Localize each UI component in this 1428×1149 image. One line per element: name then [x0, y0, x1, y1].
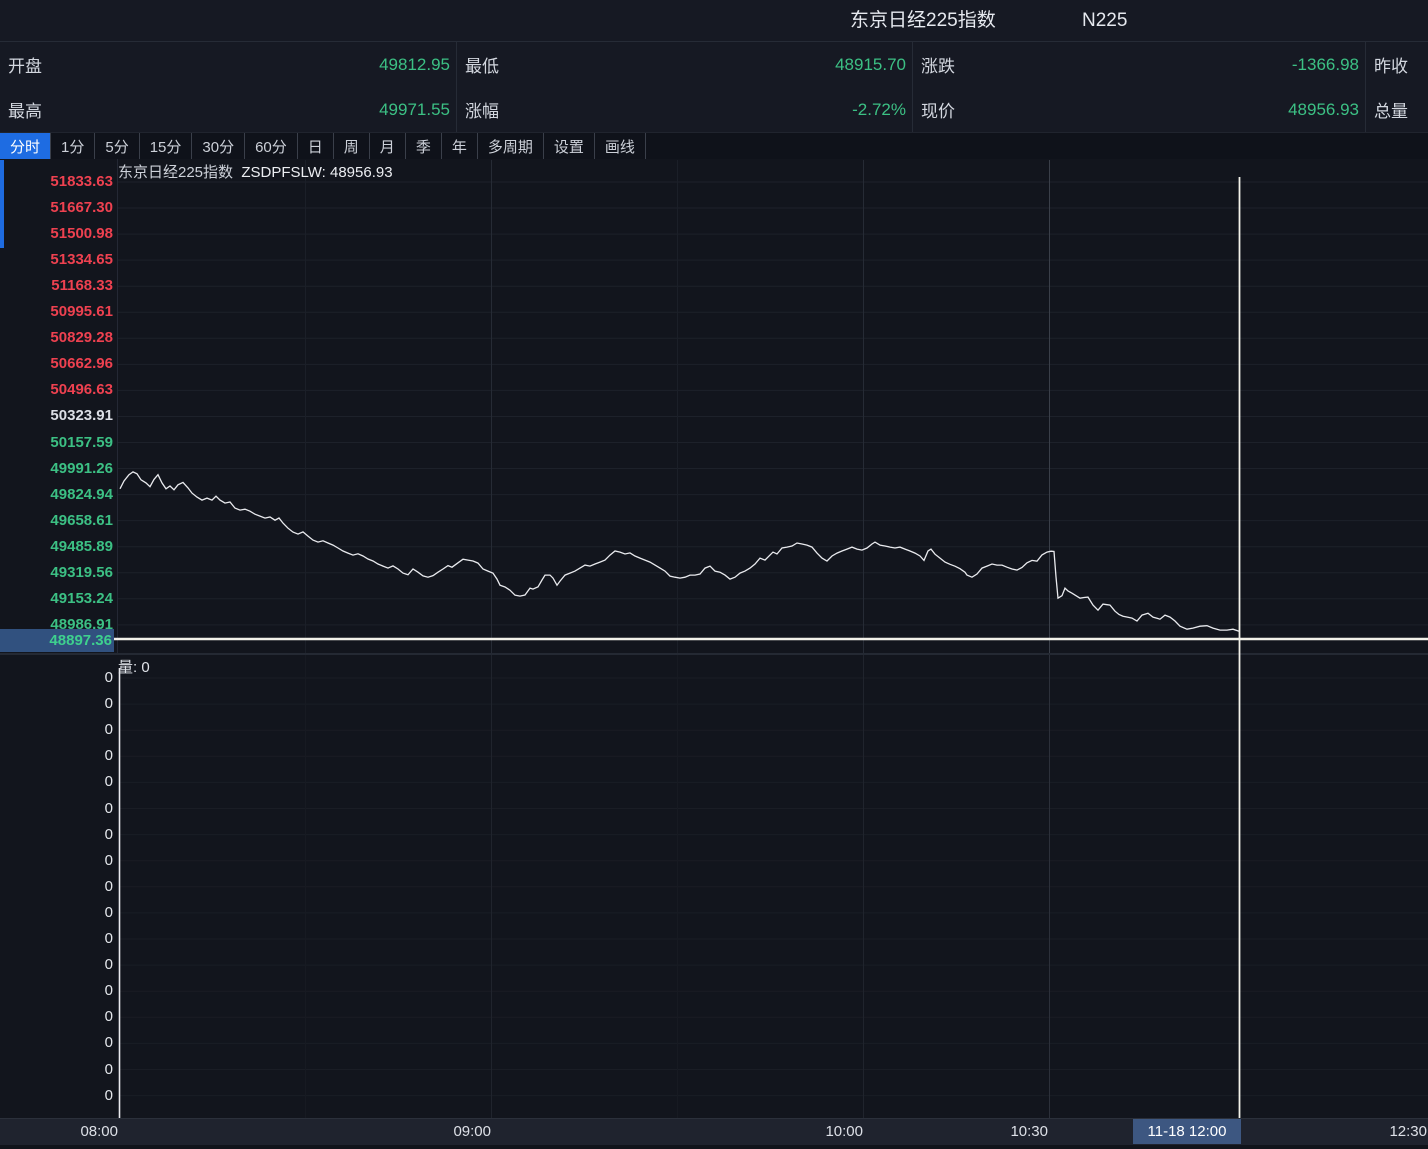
- time-axis-label: 10:00: [773, 1118, 863, 1145]
- volume-axis-label: 0: [0, 1004, 113, 1030]
- price-axis-label: 49824.94: [0, 482, 113, 508]
- volume-axis-label: 0: [0, 952, 113, 978]
- tab-画线[interactable]: 画线: [595, 133, 646, 159]
- volume-axis-label: 0: [0, 848, 113, 874]
- price-axis-label: 50496.63: [0, 377, 113, 403]
- price-axis-label: 51334.65: [0, 247, 113, 273]
- time-axis-label: 09:00: [401, 1118, 491, 1145]
- price-axis-label: 49658.61: [0, 508, 113, 534]
- volume-axis-label: 0: [0, 743, 113, 769]
- volume-axis-label: 0: [0, 900, 113, 926]
- volume-axis-label: 0: [0, 1030, 113, 1056]
- price-axis-label: 49319.56: [0, 560, 113, 586]
- title-bar: 东京日经225指数 N225: [0, 0, 1428, 42]
- stat-涨幅: 涨幅 -2.72%: [456, 87, 912, 132]
- volume-axis-label: 0: [0, 1057, 113, 1083]
- tab-分时[interactable]: 分时: [0, 133, 51, 159]
- tab-5分[interactable]: 5分: [95, 133, 139, 159]
- volume-axis-label: 0: [0, 691, 113, 717]
- stat-value: 48956.93: [1288, 100, 1359, 120]
- stat-label: 最低: [465, 52, 499, 77]
- volume-axis-label: 0: [0, 822, 113, 848]
- tab-周[interactable]: 周: [334, 133, 370, 159]
- price-axis-label: 49485.89: [0, 534, 113, 560]
- period-tab-bar: 分时1分5分15分30分60分日周月季年多周期设置画线: [0, 133, 1428, 159]
- volume-axis-label: 0: [0, 978, 113, 1004]
- chart-instrument-label: 东京日经225指数: [118, 164, 233, 181]
- volume-axis-label: 0: [0, 874, 113, 900]
- volume-axis-label: 0: [0, 665, 113, 691]
- stat-最低: 最低 48915.70: [456, 42, 912, 87]
- volume-axis-label: 0: [0, 926, 113, 952]
- price-axis-label: 51500.98: [0, 221, 113, 247]
- instrument-symbol: N225: [1082, 0, 1127, 41]
- trading-app-window: 东京日经225指数 N225 开盘 49812.95 最低 48915.70 涨跌 -13…: [0, 0, 1428, 1149]
- stat-现价: 现价 48956.93: [912, 87, 1365, 132]
- tab-15分[interactable]: 15分: [140, 133, 193, 159]
- price-axis-label: 50829.28: [0, 325, 113, 351]
- stat-总量: 总量: [1365, 87, 1428, 132]
- tab-日[interactable]: 日: [298, 133, 334, 159]
- bottom-edge-strip: [0, 1145, 1428, 1149]
- crosshair-price-tag: 48897.36: [0, 629, 114, 652]
- tab-1分[interactable]: 1分: [51, 133, 95, 159]
- tab-多周期[interactable]: 多周期: [478, 133, 544, 159]
- stat-label: 总量: [1374, 97, 1408, 122]
- price-axis-label: 50157.59: [0, 430, 113, 456]
- volume-caption: 量: 0: [118, 656, 150, 677]
- tab-60分[interactable]: 60分: [245, 133, 298, 159]
- stat-开盘: 开盘 49812.95: [0, 42, 456, 87]
- stat-value: 48915.70: [835, 55, 906, 75]
- stat-label: 最高: [8, 97, 42, 122]
- stat-value: 49971.55: [379, 100, 450, 120]
- stat-label: 涨幅: [465, 97, 499, 122]
- volume-axis-label: 0: [0, 769, 113, 795]
- tab-30分[interactable]: 30分: [192, 133, 245, 159]
- stat-value: 49812.95: [379, 55, 450, 75]
- quote-stats-grid: 开盘 49812.95 最低 48915.70 涨跌 -1366.98 昨收最高 49971.…: [0, 42, 1428, 133]
- price-axis-label: 51833.63: [0, 169, 113, 195]
- crosshair-time-tag: 11-18 12:00: [1133, 1119, 1241, 1144]
- stat-昨收: 昨收: [1365, 42, 1428, 87]
- volume-axis-label: 0: [0, 796, 113, 822]
- stat-label: 现价: [921, 97, 955, 122]
- volume-axis-label: 0: [0, 717, 113, 743]
- time-axis-label: 10:30: [958, 1118, 1048, 1145]
- stat-label: 开盘: [8, 52, 42, 77]
- volume-axis-label: 0: [0, 1083, 113, 1109]
- price-axis-label: 50662.96: [0, 351, 113, 377]
- tab-设置[interactable]: 设置: [544, 133, 595, 159]
- price-axis-label: 51667.30: [0, 195, 113, 221]
- stat-label: 涨跌: [921, 52, 955, 77]
- stat-涨跌: 涨跌 -1366.98: [912, 42, 1365, 87]
- left-scrollbar-thumb[interactable]: [0, 160, 4, 248]
- stat-value: -2.72%: [852, 100, 906, 120]
- chart-overlay-title: 东京日经225指数 ZSDPFSLW: 48956.93: [118, 161, 393, 182]
- price-line-series: [120, 472, 1239, 631]
- price-axis-label: 50323.91: [0, 403, 113, 429]
- price-axis-label: 49153.24: [0, 586, 113, 612]
- instrument-name: 东京日经225指数: [850, 0, 996, 41]
- tab-年[interactable]: 年: [442, 133, 478, 159]
- stat-value: -1366.98: [1292, 55, 1359, 75]
- price-axis-label: 51168.33: [0, 273, 113, 299]
- chart-canvas[interactable]: [0, 159, 1428, 1149]
- tab-月[interactable]: 月: [370, 133, 406, 159]
- price-axis-label: 50995.61: [0, 299, 113, 325]
- stat-最高: 最高 49971.55: [0, 87, 456, 132]
- time-axis-label: 12:30: [1337, 1118, 1427, 1145]
- chart-indicator-value: ZSDPFSLW: 48956.93: [237, 164, 392, 181]
- time-axis-label: 08:00: [28, 1118, 118, 1145]
- tab-季[interactable]: 季: [406, 133, 442, 159]
- price-axis-label: 49991.26: [0, 456, 113, 482]
- stat-label: 昨收: [1374, 52, 1408, 77]
